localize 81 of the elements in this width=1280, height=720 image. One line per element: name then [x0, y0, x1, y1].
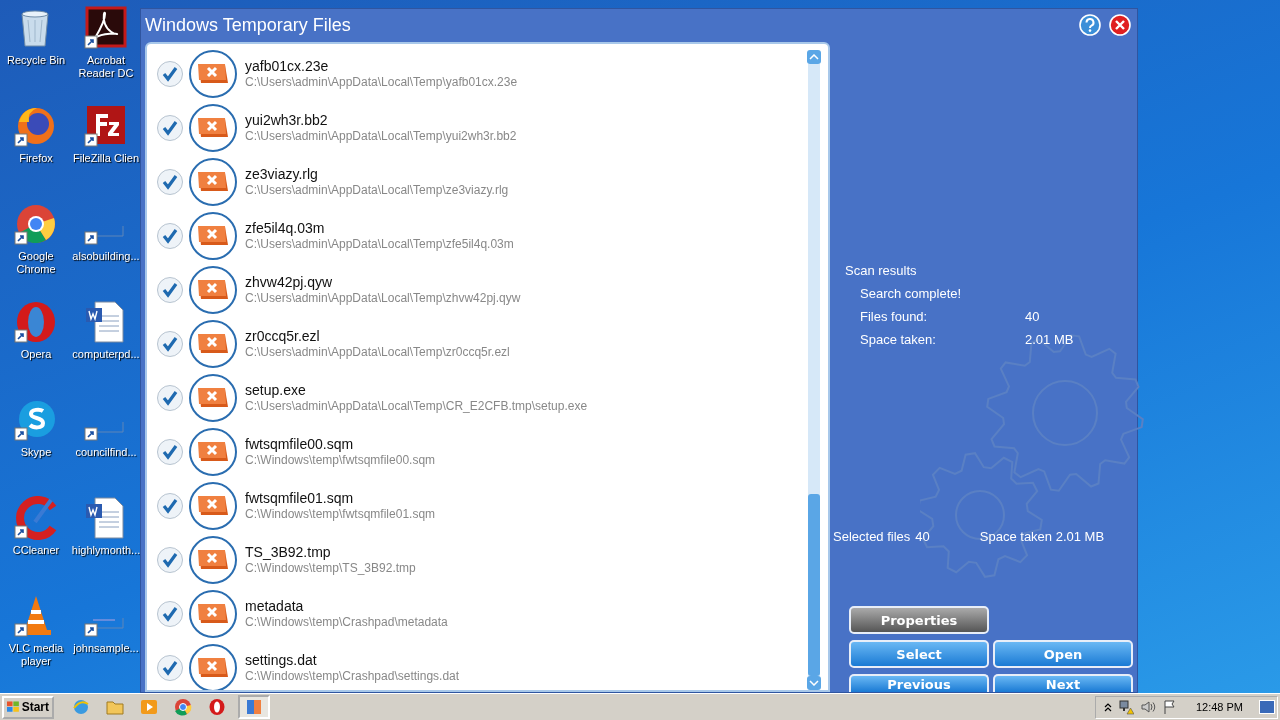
icon-label[interactable]: VLC media player [1, 642, 71, 668]
browser-icon[interactable] [208, 698, 226, 716]
file-name: fwtsqmfile00.sqm [245, 436, 355, 453]
file-path: C:\Users\admin\AppData\Local\Temp\CR_E2CFB.tmp\setup.exe [245, 399, 588, 414]
icon-label[interactable]: computerpd... [72, 348, 140, 361]
file-name: ze3viazy.rlg [245, 166, 319, 183]
action-button[interactable]: Previous [849, 674, 989, 692]
scroll-up-icon[interactable] [807, 50, 821, 64]
action-button[interactable]: Select [849, 640, 989, 668]
file-name: metadata [245, 598, 305, 615]
crossed-box-icon [189, 374, 237, 422]
file-path: C:\Users\admin\AppData\Local\Temp\yafb01cx.23e [245, 75, 518, 90]
selected-size: Space taken 2.01 MB [979, 529, 1105, 544]
file-path: C:\Windows\temp\TS_3B92.tmp [245, 561, 416, 576]
file-path: C:\Windows\temp\fwtsqmfile01.sqm [245, 507, 436, 522]
file-name: yui2wh3r.bb2 [245, 112, 329, 129]
action-button[interactable]: Open [993, 640, 1133, 668]
file-name: setup.exe [245, 382, 307, 399]
crossed-box-icon [189, 158, 237, 206]
selected-label: Selected files [833, 529, 911, 544]
file-path: C:\Users\admin\AppData\Local\Temp\ze3viazy.rlg [245, 183, 509, 198]
action-button[interactable]: Next [993, 674, 1133, 692]
file-name: zfe5il4q.03m [245, 220, 326, 237]
scan-heading: Scan results [845, 263, 918, 278]
icon-label[interactable]: CCleaner [12, 544, 60, 557]
file-name: TS_3B92.tmp [245, 544, 332, 561]
crossed-box-icon [189, 482, 237, 530]
icon-label[interactable]: johnsample... [73, 642, 139, 655]
icon-label[interactable]: alsobuilding... [72, 250, 140, 263]
file-name: yafb01cx.23e [245, 58, 330, 75]
scan-status: Search complete! [859, 286, 963, 301]
file-path: C:\Users\admin\AppData\Local\Temp\yui2wh3r.bb2 [245, 129, 517, 144]
crossed-box-icon [189, 50, 237, 98]
file-path: C:\Users\admin\AppData\Local\Temp\zhvw42pj.qyw [245, 291, 521, 306]
scroll-down-icon[interactable] [807, 676, 821, 690]
icon-label[interactable]: highlymonth... [71, 544, 141, 557]
help-button[interactable] [1077, 12, 1103, 38]
icon-label[interactable]: Recycle Bin [6, 54, 66, 67]
stat-value: 40 [1025, 309, 1040, 324]
taskbar-app-button[interactable] [238, 695, 270, 719]
crossed-box-icon [189, 266, 237, 314]
file-path: C:\Users\admin\AppData\Local\Temp\zfe5il4q.03m [245, 237, 514, 252]
stat-label: Files found: [860, 309, 929, 324]
file-path: C:\Windows\temp\Crashpad\metadata [245, 615, 448, 630]
crossed-box-icon [189, 320, 237, 368]
speaker-icon[interactable] [1139, 699, 1156, 715]
flag-icon[interactable] [1161, 699, 1178, 715]
icon-label[interactable]: Acrobat Reader DC [72, 54, 140, 80]
crossed-box-icon [189, 590, 237, 638]
close-button[interactable] [1107, 12, 1133, 38]
crossed-box-icon [189, 536, 237, 584]
file-name: fwtsqmfile01.sqm [245, 490, 355, 507]
chevron-icon[interactable] [1103, 702, 1112, 712]
crossed-box-icon [189, 212, 237, 260]
icon-label[interactable]: Firefox [19, 152, 53, 165]
broom-icon[interactable] [13, 496, 59, 542]
icon-label[interactable]: councilfind... [75, 446, 137, 459]
crossed-box-icon [189, 428, 237, 476]
file-path: C:\Users\admin\AppData\Local\Temp\zr0ccq5r.ezl [245, 345, 510, 360]
browser-icon[interactable] [174, 698, 192, 716]
stat-label: Space taken: [860, 332, 937, 347]
document-app-icon[interactable] [83, 6, 129, 52]
stat-value: 2.01 MB [1025, 332, 1074, 347]
clock[interactable]: 12:48 PM [1195, 701, 1243, 713]
file-path: C:\Windows\temp\fwtsqmfile00.sqm [245, 453, 436, 468]
show-desktop-button[interactable] [1259, 700, 1275, 714]
icon-label[interactable]: FileZilla Clien [73, 152, 139, 165]
window-title: Windows Temporary Files [145, 14, 351, 36]
network-icon[interactable] [1117, 699, 1134, 715]
icon-label[interactable]: Skype [20, 446, 52, 459]
icon-label[interactable]: Google Chrome [1, 250, 71, 276]
file-path: C:\Windows\temp\Crashpad\settings.dat [245, 669, 460, 684]
start-button[interactable]: Start [2, 695, 54, 719]
app-icon[interactable] [245, 698, 263, 716]
crossed-box-icon [189, 104, 237, 152]
file-name: zhvw42pj.qyw [245, 274, 334, 291]
selected-count: 40 [915, 529, 930, 544]
scroll-thumb[interactable] [808, 494, 820, 676]
file-name: zr0ccq5r.ezl [245, 328, 321, 345]
icon-label[interactable]: Opera [20, 348, 52, 361]
file-name: settings.dat [245, 652, 318, 669]
